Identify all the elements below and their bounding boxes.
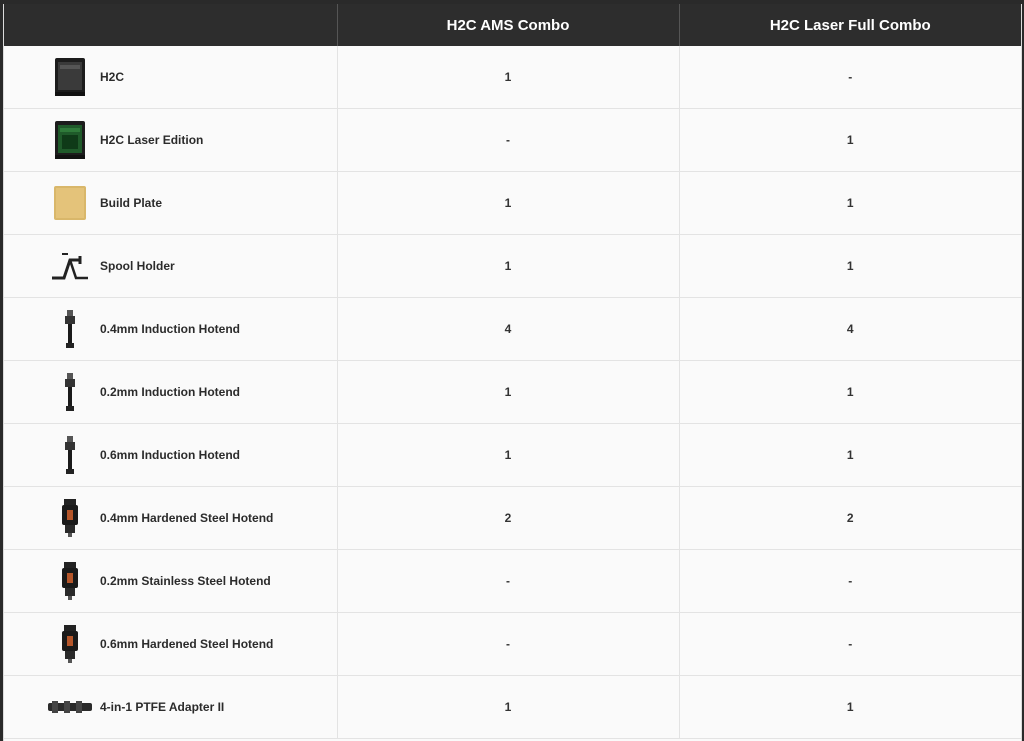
comparison-table-frame: H2C AMS Combo H2C Laser Full Combo H2C 1-… [3,4,1022,741]
item-cell: 0.2mm Stainless Steel Hotend [4,549,338,613]
ams-combo-quantity: 1 [337,675,680,739]
item-name: Build Plate [100,196,163,210]
steel-hotend-icon [46,561,94,601]
package-comparison-table: H2C AMS Combo H2C Laser Full Combo H2C 1-… [4,4,1021,739]
item: 0.2mm Stainless Steel Hotend [4,550,337,612]
item-name: 4-in-1 PTFE Adapter II [100,700,225,714]
steel-hotend-icon [46,624,94,664]
printer-icon [46,57,94,97]
item: H2C [4,46,337,108]
ams-combo-quantity: 1 [337,46,680,109]
laser-combo-quantity: 1 [679,171,1021,235]
item-name: 0.6mm Hardened Steel Hotend [100,637,274,651]
item: 4-in-1 PTFE Adapter II [4,676,337,738]
table-row: 0.2mm Induction Hotend 1 1 [4,360,1021,424]
item-name: H2C Laser Edition [100,133,204,147]
laser-printer-icon [46,120,94,160]
item-name: Spool Holder [100,259,175,273]
table-row: 0.4mm Hardened Steel Hotend 2 2 [4,486,1021,550]
ams-combo-quantity: - [337,108,680,172]
item: 0.4mm Hardened Steel Hotend [4,487,337,549]
laser-combo-quantity: - [679,612,1021,676]
item-cell: 4-in-1 PTFE Adapter II [4,675,338,739]
item-cell: H2C [4,46,338,109]
table-row: 0.6mm Hardened Steel Hotend - - [4,612,1021,676]
steel-hotend-icon [46,498,94,538]
item-cell: 0.6mm Induction Hotend [4,423,338,487]
table-row: 0.2mm Stainless Steel Hotend - - [4,549,1021,613]
laser-combo-quantity: 1 [679,234,1021,298]
item-name: 0.2mm Induction Hotend [100,385,241,399]
table-row: 4-in-1 PTFE Adapter II 1 1 [4,675,1021,739]
item: Spool Holder [4,235,337,297]
laser-combo-quantity: 1 [679,675,1021,739]
item: 0.6mm Induction Hotend [4,424,337,486]
ams-combo-quantity: 1 [337,423,680,487]
item-cell: 0.4mm Induction Hotend [4,297,338,361]
item-cell: Spool Holder [4,234,338,298]
laser-combo-quantity: - [679,549,1021,613]
item-name: 0.6mm Induction Hotend [100,448,241,462]
item-cell: H2C Laser Edition [4,108,338,172]
laser-combo-quantity: - [679,46,1021,109]
ams-combo-quantity: 2 [337,486,680,550]
build-plate-icon [46,183,94,223]
item-cell: 0.6mm Hardened Steel Hotend [4,612,338,676]
induction-hotend-icon [46,372,94,412]
header-laser-full-combo: H2C Laser Full Combo [679,4,1021,46]
table-row: H2C Laser Edition -1 [4,108,1021,172]
header-item-column [4,4,338,46]
item: 0.6mm Hardened Steel Hotend [4,613,337,675]
laser-combo-quantity: 1 [679,423,1021,487]
item: 0.4mm Induction Hotend [4,298,337,360]
laser-combo-quantity: 1 [679,360,1021,424]
item-cell: 0.4mm Hardened Steel Hotend [4,486,338,550]
item-name: 0.4mm Induction Hotend [100,322,241,336]
item-name: H2C [100,70,125,84]
ams-combo-quantity: 1 [337,234,680,298]
induction-hotend-icon [46,435,94,475]
induction-hotend-icon [46,309,94,349]
header-ams-combo: H2C AMS Combo [337,4,680,46]
ams-combo-quantity: 4 [337,297,680,361]
laser-combo-quantity: 1 [679,108,1021,172]
ptfe-adapter-icon [46,687,94,727]
table-header-row: H2C AMS Combo H2C Laser Full Combo [4,4,1021,46]
item-name: 0.2mm Stainless Steel Hotend [100,574,271,588]
table-row: Spool Holder 1 1 [4,234,1021,298]
ams-combo-quantity: 1 [337,171,680,235]
table-row: 0.4mm Induction Hotend 4 4 [4,297,1021,361]
item: 0.2mm Induction Hotend [4,361,337,423]
ams-combo-quantity: - [337,549,680,613]
ams-combo-quantity: - [337,612,680,676]
laser-combo-quantity: 4 [679,297,1021,361]
item-name: 0.4mm Hardened Steel Hotend [100,511,274,525]
table-row: H2C 1- [4,46,1021,109]
table-row: 0.6mm Induction Hotend 1 1 [4,423,1021,487]
item-cell: Build Plate [4,171,338,235]
item-cell: 0.2mm Induction Hotend [4,360,338,424]
spool-holder-icon [46,246,94,286]
laser-combo-quantity: 2 [679,486,1021,550]
ams-combo-quantity: 1 [337,360,680,424]
table-row: Build Plate 1 1 [4,171,1021,235]
item: H2C Laser Edition [4,109,337,171]
item: Build Plate [4,172,337,234]
